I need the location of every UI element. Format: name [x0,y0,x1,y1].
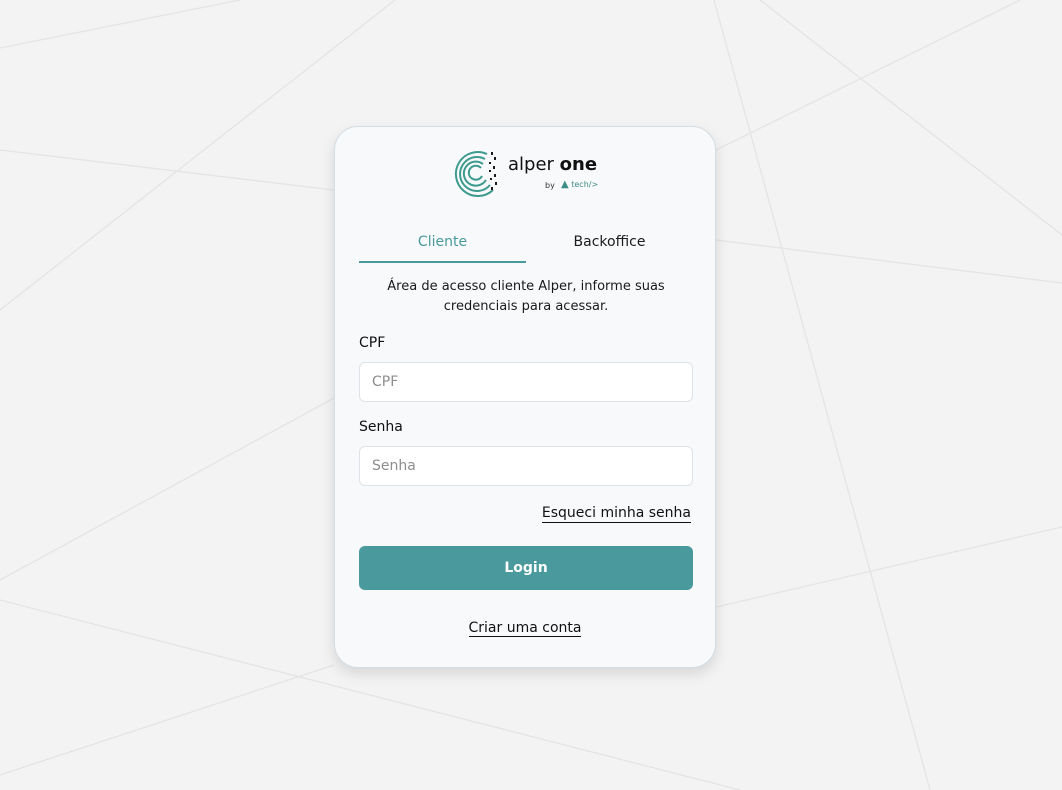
logo-brand-bold: one [559,154,598,175]
alper-one-logo: alper one by ▲ tech/> [453,149,603,201]
logo-by-text: by [545,181,555,190]
login-button[interactable]: Login [359,546,693,590]
tab-backoffice[interactable]: Backoffice [526,227,693,261]
access-description: Área de acesso cliente Alper, informe su… [387,279,665,314]
alper-logo-icon [454,151,497,197]
senha-input[interactable] [359,446,693,486]
cpf-input[interactable] [359,362,693,402]
logo-tech-label: tech/> [571,180,599,189]
a-mark-icon: ▲ [561,179,569,190]
senha-label: Senha [359,419,403,435]
cpf-label: CPF [359,335,386,351]
logo-tech-text: ▲ tech/> [561,179,598,190]
forgot-password-link[interactable]: Esqueci minha senha [541,505,691,523]
logo-brand-light: alper [508,154,560,175]
tab-cliente[interactable]: Cliente [359,227,526,263]
login-card: alper one by ▲ tech/> Cliente Backoffice… [334,126,716,668]
login-tabs: Cliente Backoffice [359,227,693,263]
create-account-container: Criar uma conta [335,617,715,637]
create-account-link[interactable]: Criar uma conta [468,620,582,637]
logo-wordmark: alper one [508,154,597,175]
